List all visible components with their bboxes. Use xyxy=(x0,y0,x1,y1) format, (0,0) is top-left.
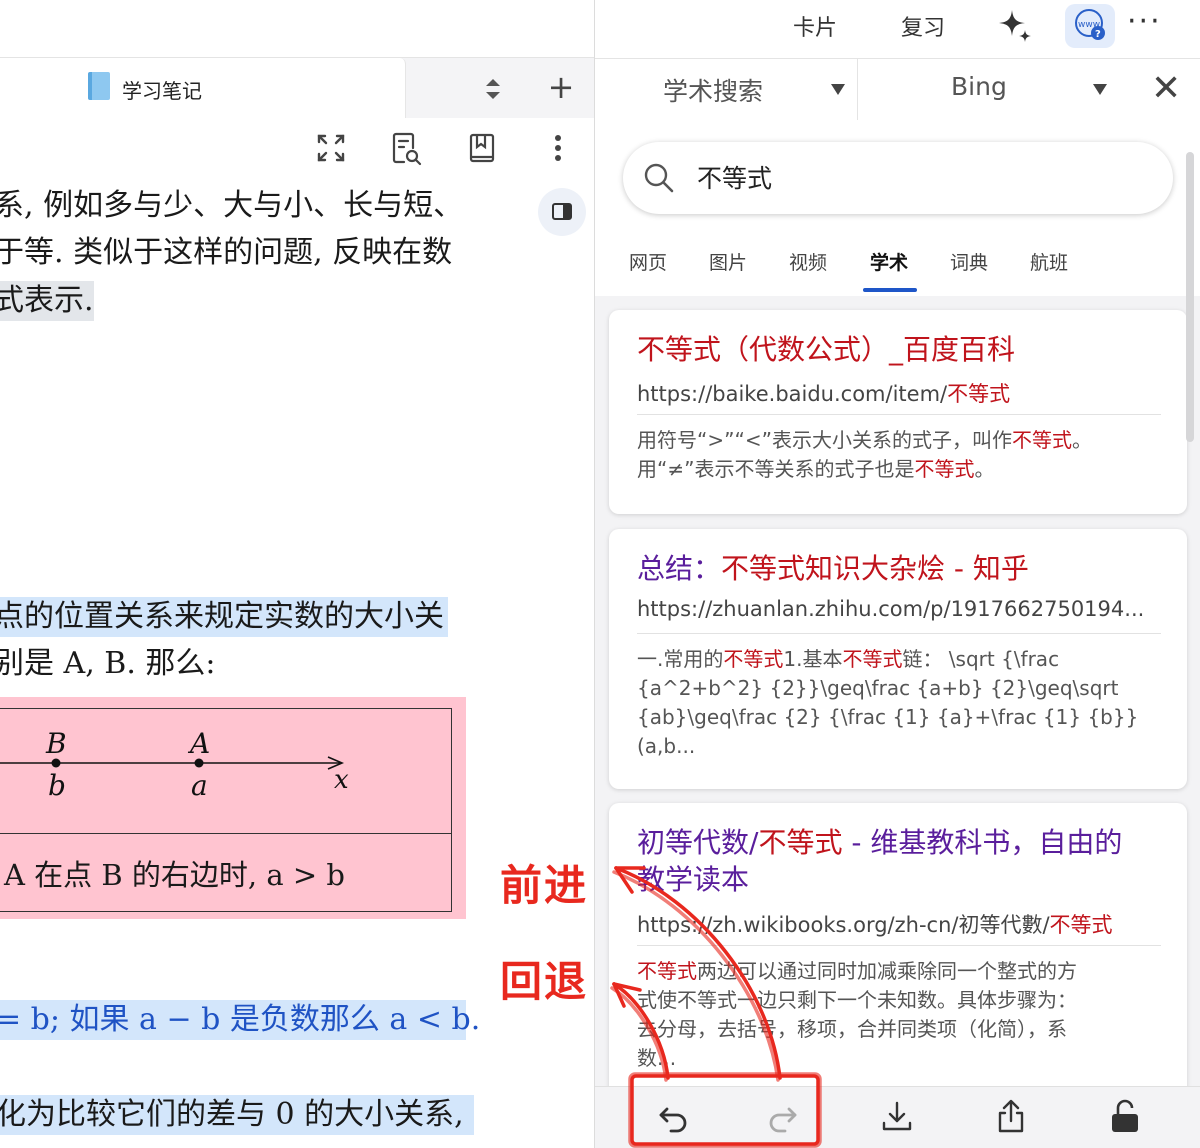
chevron-down-icon[interactable] xyxy=(1093,84,1107,95)
result-snippet: 式使不等式一边只剩下一个未知数。具体步骤为： xyxy=(637,988,1077,1012)
back-icon[interactable] xyxy=(651,1095,695,1139)
active-tab-indicator xyxy=(863,288,917,292)
document-tab-bar: 学习笔记 + xyxy=(0,58,594,118)
cards-link[interactable]: 卡片 xyxy=(793,10,837,42)
result-snippet: {ab}\geq\frac {2} {\frac {1} {a}+\frac {… xyxy=(637,705,1139,729)
text-line: 别是 A, B. 那么: xyxy=(0,646,216,681)
point-label-upper: B xyxy=(45,727,67,760)
tab-flights[interactable]: 航班 xyxy=(1030,248,1068,275)
book-icon xyxy=(88,72,110,100)
www-help-icon[interactable]: www? xyxy=(1065,4,1115,48)
engine-select-bing[interactable]: Bing xyxy=(951,72,1007,101)
search-input[interactable] xyxy=(697,160,1137,194)
point-label-lower: b xyxy=(48,769,66,802)
tab-videos[interactable]: 视频 xyxy=(789,248,827,275)
close-icon[interactable]: ✕ xyxy=(1151,69,1181,109)
result-title-link[interactable]: 总结：不等式知识大杂烩 - 知乎 xyxy=(637,551,1029,587)
result-snippet: 去分母，去括号，移项，合并同类项（化简），系 xyxy=(637,1017,1067,1041)
figure-divider xyxy=(0,833,452,834)
more-horizontal-icon[interactable]: ··· xyxy=(1127,4,1162,39)
search-icon xyxy=(643,162,675,194)
tab-academic[interactable]: 学术 xyxy=(870,248,908,275)
tab-images[interactable]: 图片 xyxy=(709,248,747,275)
left-top-strip xyxy=(0,0,594,58)
result-snippet: (a,b... xyxy=(637,734,696,758)
unlock-icon[interactable] xyxy=(1103,1095,1147,1139)
tab-label: 学习笔记 xyxy=(122,79,202,103)
engine-select-scholar[interactable]: 学术搜索 xyxy=(663,72,763,108)
result-title-link[interactable]: 教学读本 xyxy=(637,862,749,898)
review-link[interactable]: 复习 xyxy=(901,10,945,42)
search-box[interactable] xyxy=(623,142,1173,214)
highlighted-text-line: 化为比较它们的差与 0 的大小关系, xyxy=(0,1095,474,1135)
scrollbar[interactable] xyxy=(1186,152,1194,442)
result-url[interactable]: https://zh.wikibooks.org/zh-cn/初等代數/不等式 xyxy=(637,909,1113,939)
right-top-bar: 卡片 复习 www? ··· xyxy=(595,0,1200,58)
annotation-forward: 前进 xyxy=(500,861,589,910)
annotation-back: 回退 xyxy=(500,957,589,1006)
tab-web[interactable]: 网页 xyxy=(629,248,667,275)
browser-bottom-bar xyxy=(595,1086,1200,1148)
text-line: 系, 例如多与少、大与小、长与短、 xyxy=(0,188,464,223)
sort-icon[interactable] xyxy=(478,74,508,104)
result-snippet: 不等式两边可以通过同时加减乘除同一个整式的方 xyxy=(637,959,1077,983)
figure-caption: A 在点 B 的右边时, a > b xyxy=(4,858,345,892)
result-title-link[interactable]: 不等式（代数公式）_百度百科 xyxy=(637,332,1015,368)
fullscreen-icon[interactable] xyxy=(311,128,351,168)
search-result-card: 不等式（代数公式）_百度百科 https://baike.baidu.com/i… xyxy=(609,310,1187,514)
result-snippet: 数... xyxy=(637,1046,677,1070)
sparkle-icon[interactable] xyxy=(995,6,1035,46)
search-pane: 卡片 复习 www? ··· 学术搜索 Bing ✕ 网页 图片 视频 学术 词… xyxy=(594,0,1200,1148)
highlighted-text-line: = b; 如果 a − b 是负数那么 a < b. xyxy=(0,1000,480,1040)
point-label-lower: a xyxy=(191,769,208,802)
search-result-card: 总结：不等式知识大杂烩 - 知乎 https://zhuanlan.zhihu.… xyxy=(609,529,1187,789)
bookmark-icon[interactable] xyxy=(462,128,502,168)
point-label-upper: A xyxy=(187,727,210,760)
result-snippet: {a^2+b^2} {2}}\geq\frac {a+b} {2}\geq\sq… xyxy=(637,676,1119,700)
search-result-card: 初等代数/不等式 - 维基教科书，自由的 教学读本 https://zh.wik… xyxy=(609,803,1187,1103)
search-area: 网页 图片 视频 学术 词典 航班 xyxy=(595,120,1200,296)
tab-dictionary[interactable]: 词典 xyxy=(950,248,988,275)
panel-toggle-icon[interactable] xyxy=(538,188,586,236)
more-vertical-icon[interactable] xyxy=(538,128,578,168)
tab-study-notes[interactable]: 学习笔记 xyxy=(0,58,406,118)
page-search-icon[interactable] xyxy=(386,128,426,168)
svg-text:?: ? xyxy=(1095,29,1101,40)
text-line: 于等. 类似于这样的问题, 反映在数 xyxy=(0,235,453,270)
forward-icon[interactable] xyxy=(761,1095,805,1139)
result-snippet: 用“≠”表示不等关系的式子也是不等式。 xyxy=(637,457,995,481)
chevron-down-icon[interactable] xyxy=(831,84,845,95)
highlighted-text-line: 点的位置关系来规定实数的大小关 xyxy=(0,597,448,637)
result-snippet: 用符号“>”“<”表示大小关系的式子，叫作不等式。 xyxy=(637,428,1092,452)
download-icon[interactable] xyxy=(875,1095,919,1139)
document-toolbar xyxy=(0,118,594,180)
highlighted-text-line: 式表示. xyxy=(0,281,94,321)
result-title-link[interactable]: 初等代数/不等式 - 维基教科书，自由的 xyxy=(637,825,1122,861)
axis-label: x xyxy=(334,765,349,795)
result-url[interactable]: https://zhuanlan.zhihu.com/p/19176627501… xyxy=(637,597,1144,621)
number-line-figure: B A b a x xyxy=(0,727,349,802)
engine-bar: 学术搜索 Bing ✕ xyxy=(595,58,1200,121)
result-url[interactable]: https://baike.baidu.com/item/不等式 xyxy=(637,378,1010,408)
result-snippet: 一.常用的不等式1.基本不等式链： \sqrt {\frac xyxy=(637,647,1060,671)
plus-icon[interactable]: + xyxy=(545,71,577,104)
share-icon[interactable] xyxy=(989,1095,1033,1139)
